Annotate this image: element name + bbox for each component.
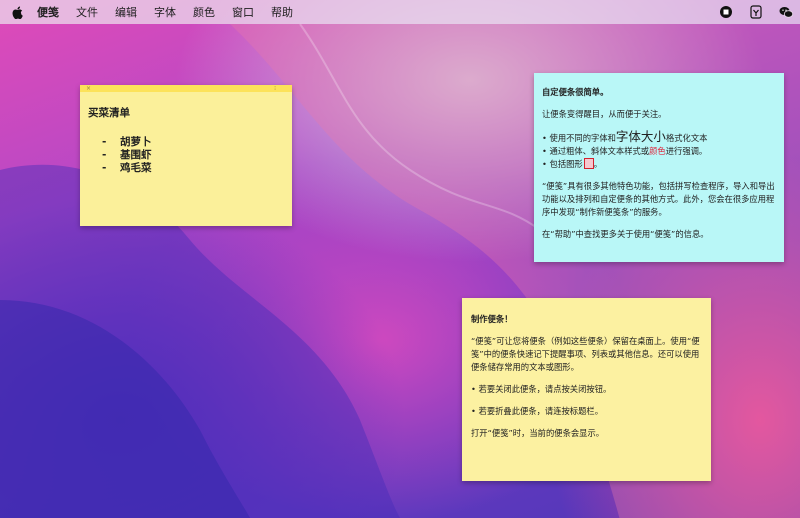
note-bullet-collapse: • 若要折叠此便条，请连按标题栏。 xyxy=(471,406,603,416)
menu-file[interactable]: 文件 xyxy=(76,4,98,20)
note-heading: 买菜清单 xyxy=(88,107,130,119)
bullet-graphics: • 包括图形。 xyxy=(542,158,603,169)
close-icon[interactable]: × xyxy=(86,85,91,92)
menu-window[interactable]: 窗口 xyxy=(232,4,254,20)
note-heading: 自定便条很简单。 xyxy=(542,87,609,97)
stop-record-icon[interactable] xyxy=(718,4,734,20)
menu-help[interactable]: 帮助 xyxy=(271,4,293,20)
sticky-note-shopping[interactable]: × ⁝ 买菜清单 - 胡萝卜 - 基围虾 - 鸡毛菜 xyxy=(80,85,292,226)
note-heading: 制作便条！ xyxy=(471,314,513,324)
sticky-note-customize[interactable]: 自定便条很简单。 让便条变得醒目，从而便于关注。 • 使用不同的字体和字体大小格… xyxy=(534,73,784,262)
note-text: 让便条变得醒目，从而便于关注。 xyxy=(542,109,667,119)
input-method-icon[interactable] xyxy=(748,4,764,20)
list-item: - 鸡毛菜 xyxy=(102,162,152,174)
sticky-note-make[interactable]: 制作便条！ “便笺”可让您将便条（例如这些便条）保留在桌面上。使用“便笺”中的便… xyxy=(462,298,711,481)
menu-color[interactable]: 颜色 xyxy=(193,4,215,20)
collapse-icon[interactable]: ⁝ xyxy=(274,85,276,92)
menu-app-name[interactable]: 便笺 xyxy=(37,4,59,20)
note-help-text: 在“帮助”中查找更多关于使用“便笺”的信息。 xyxy=(542,229,709,239)
picture-icon xyxy=(583,158,594,169)
list-item: - 基围虾 xyxy=(102,149,152,161)
menu-edit[interactable]: 编辑 xyxy=(115,4,137,20)
note-titlebar[interactable]: × ⁝ xyxy=(80,85,292,92)
shopping-list: - 胡萝卜 - 基围虾 - 鸡毛菜 xyxy=(88,136,284,175)
note-paragraph: “便笺”可让您将便条（例如这些便条）保留在桌面上。使用“便笺”中的便条快速记下提… xyxy=(471,336,700,372)
note-bullet-close: • 若要关闭此便条，请点按关闭按钮。 xyxy=(471,384,612,394)
wechat-icon[interactable] xyxy=(778,4,794,20)
menu-bar: 便笺 文件 编辑 字体 颜色 窗口 帮助 xyxy=(0,0,800,24)
menu-font[interactable]: 字体 xyxy=(154,4,176,20)
note-footer: 打开“便笺”时，当前的便条会显示。 xyxy=(471,428,605,438)
note-paragraph: “便笺”具有很多其他特色功能，包括拼写检查程序，导入和导出功能以及排列和自定便条… xyxy=(542,181,775,217)
apple-icon[interactable] xyxy=(12,5,23,19)
bullet-emphasis: • 通过粗体、斜体文本样式或颜色进行强调。 xyxy=(542,146,708,156)
bullet-font: • 使用不同的字体和字体大小格式化文本 xyxy=(542,129,708,144)
list-item: - 胡萝卜 xyxy=(102,136,152,148)
